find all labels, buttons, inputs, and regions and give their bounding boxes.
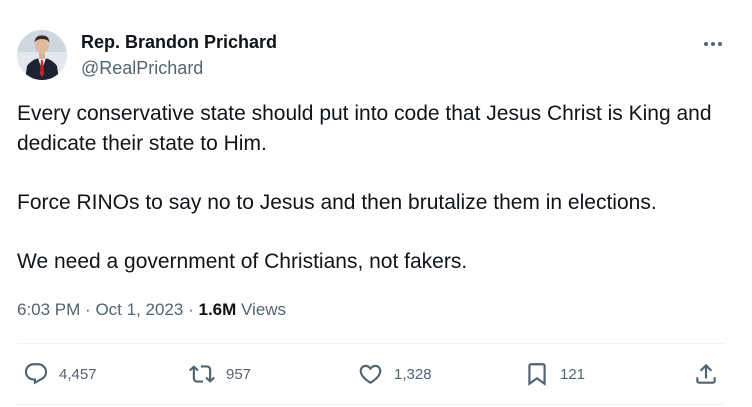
bookmark-button[interactable]: 121 (524, 360, 585, 388)
like-icon (359, 364, 382, 384)
tweet-metadata: 6:03 PM · Oct 1, 2023 · 1.6M Views (17, 300, 286, 320)
bookmark-icon (528, 363, 546, 386)
like-count: 1,328 (394, 365, 432, 383)
repost-button[interactable]: 957 (188, 360, 251, 388)
more-options-button[interactable] (697, 30, 729, 58)
more-options-icon (704, 42, 722, 46)
avatar-photo (17, 30, 67, 80)
author-handle[interactable]: @RealPrichard (81, 58, 203, 79)
tweet-card: Rep. Brandon Prichard @RealPrichard Ever… (0, 0, 752, 407)
divider (17, 343, 725, 344)
share-icon (696, 363, 716, 384)
reply-button[interactable]: 4,457 (23, 360, 97, 388)
repost-count: 957 (226, 365, 252, 383)
repost-icon (189, 365, 215, 383)
author-display-name[interactable]: Rep. Brandon Prichard (81, 32, 277, 53)
avatar[interactable] (17, 30, 67, 80)
meta-separator: · (188, 300, 194, 319)
tweet-paragraph: Every conservative state should put into… (17, 102, 712, 155)
tweet-time[interactable]: 6:03 PM (17, 300, 80, 319)
meta-separator: · (85, 300, 91, 319)
divider (17, 404, 725, 405)
tweet-date[interactable]: Oct 1, 2023 (95, 300, 183, 319)
tweet-text: Every conservative state should put into… (17, 99, 737, 277)
views-label: Views (241, 300, 287, 319)
tweet-paragraph: We need a government of Christians, not … (17, 250, 468, 273)
tweet-paragraph: Force RINOs to say no to Jesus and then … (17, 191, 657, 214)
share-button[interactable] (693, 360, 719, 388)
reply-icon (24, 363, 48, 385)
like-button[interactable]: 1,328 (357, 360, 432, 388)
reply-count: 4,457 (59, 365, 97, 383)
bookmark-count: 121 (560, 365, 586, 383)
views-count: 1.6M (198, 300, 237, 319)
